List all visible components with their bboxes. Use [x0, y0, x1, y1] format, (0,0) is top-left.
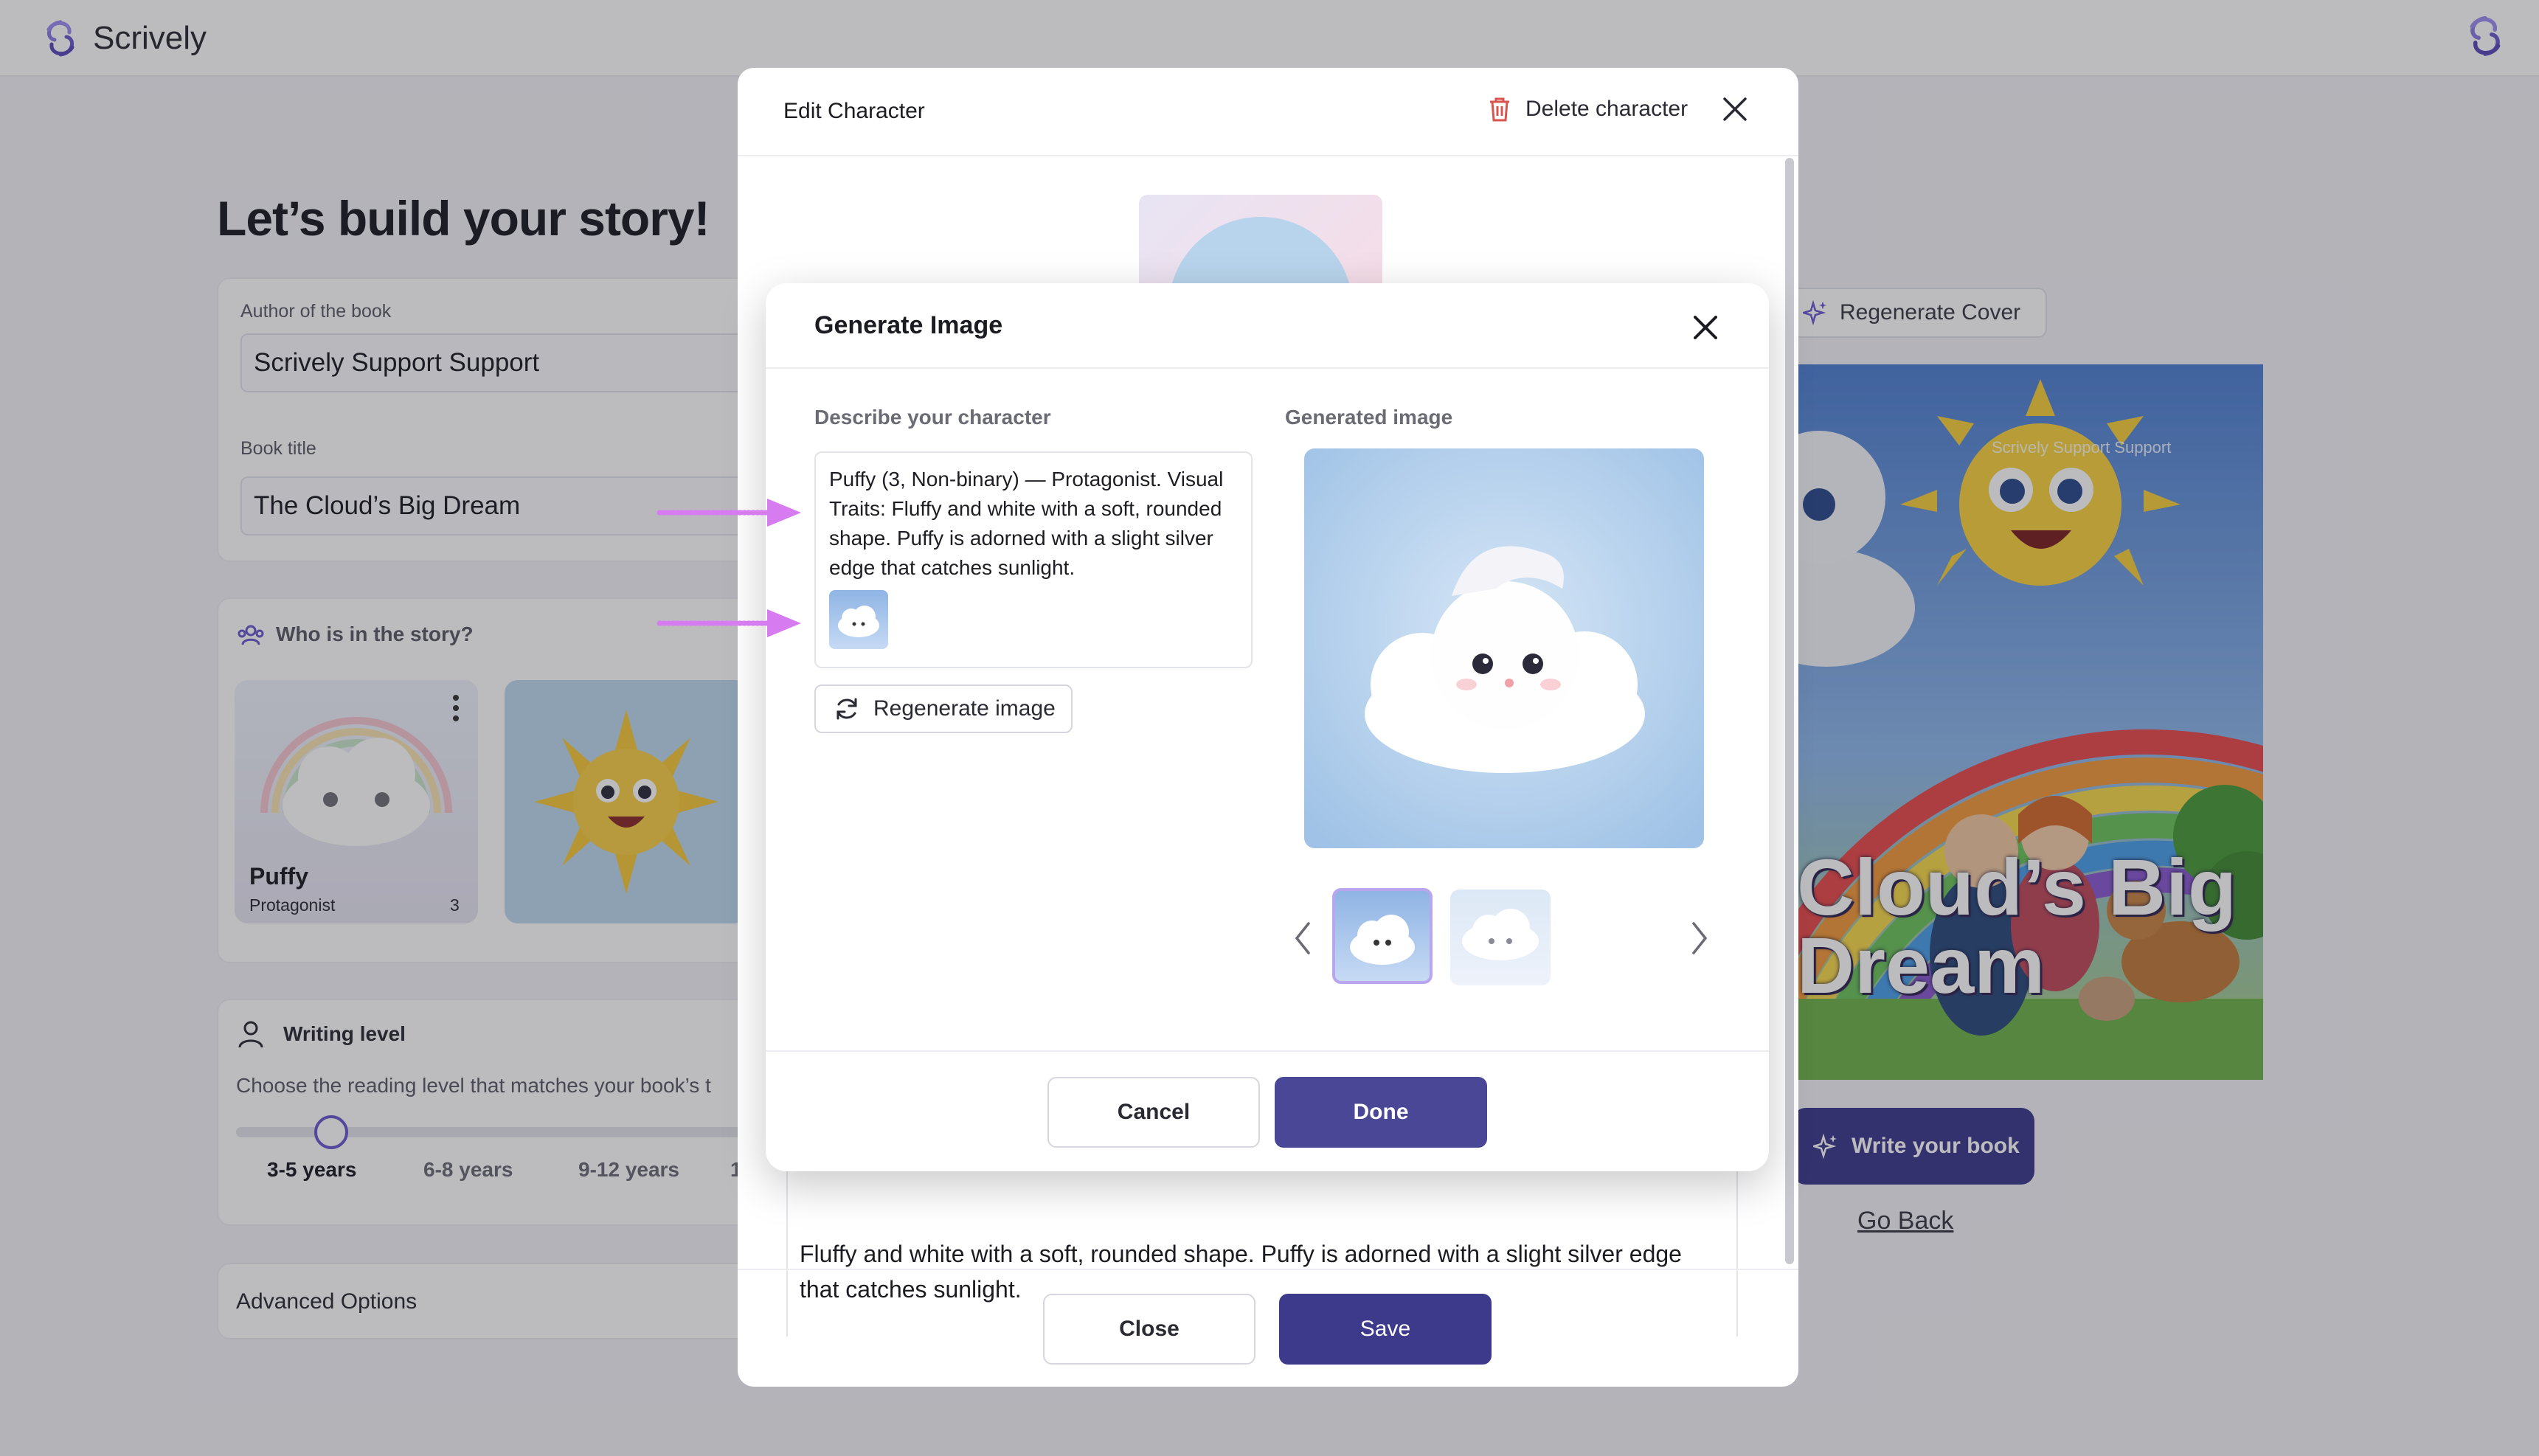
delete-character-label: Delete character [1525, 97, 1688, 121]
generate-image-title: Generate Image [814, 311, 1003, 339]
chevron-left-icon[interactable] [1291, 919, 1314, 957]
trash-icon [1490, 97, 1509, 122]
cloud-thumbnail-icon [1350, 915, 1415, 965]
puffy-cloud-image-icon [1304, 448, 1704, 848]
chevron-right-icon[interactable] [1688, 919, 1711, 957]
image-thumbnail-selected[interactable] [1332, 888, 1433, 984]
save-button[interactable]: Save [1279, 1294, 1492, 1365]
generate-image-footer: Cancel Done [766, 1050, 1769, 1171]
describe-character-label: Describe your character [814, 406, 1051, 429]
edit-character-footer: Close Save [738, 1269, 1798, 1387]
generate-image-header: Generate Image [766, 283, 1769, 369]
edit-modal-scrollbar[interactable] [1785, 158, 1794, 1264]
edit-character-title: Edit Character [783, 99, 925, 123]
edit-character-header: Edit Character Delete character [738, 68, 1798, 156]
generate-image-modal: Generate Image Describe your character P… [766, 283, 1769, 1171]
annotation-arrow-icon [657, 499, 801, 527]
delete-character-button[interactable]: Delete character [1487, 96, 1688, 122]
generated-image-label: Generated image [1285, 406, 1453, 429]
image-thumbnail[interactable] [1450, 890, 1551, 985]
character-description-textarea[interactable]: Puffy (3, Non-binary) — Protagonist. Vis… [814, 451, 1253, 668]
close-button[interactable]: Close [1043, 1294, 1255, 1365]
description-line: Fluffy and white with a soft, rounded sh… [800, 1241, 1682, 1267]
regenerate-image-label: Regenerate image [873, 696, 1056, 721]
cloud-thumbnail-icon [838, 606, 879, 637]
annotation-arrow-icon [657, 609, 801, 637]
cloud-thumbnail-icon [1462, 909, 1539, 960]
generated-image[interactable] [1304, 448, 1704, 848]
close-icon[interactable] [1719, 93, 1751, 125]
close-icon[interactable] [1689, 311, 1722, 344]
attached-image-thumbnail[interactable] [829, 590, 888, 649]
cancel-button[interactable]: Cancel [1047, 1077, 1260, 1148]
done-button[interactable]: Done [1275, 1077, 1487, 1148]
refresh-icon [836, 698, 857, 720]
regenerate-image-button[interactable]: Regenerate image [814, 684, 1073, 733]
description-text: Puffy (3, Non-binary) — Protagonist. Vis… [829, 468, 1224, 579]
